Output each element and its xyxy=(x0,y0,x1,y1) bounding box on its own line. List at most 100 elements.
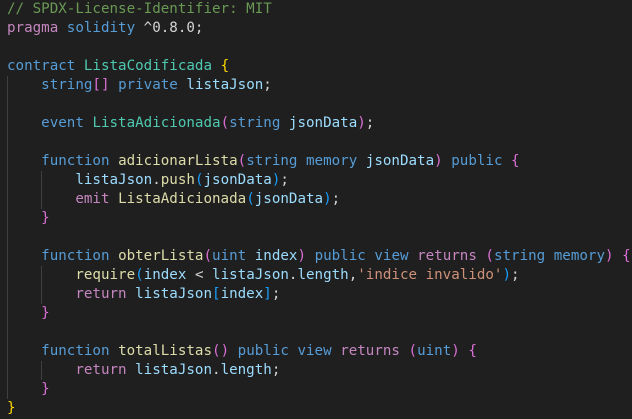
code-token-variable: length xyxy=(220,362,272,378)
code-token-function: obterLista xyxy=(118,248,204,264)
code-token-plain: ; xyxy=(331,191,341,207)
code-line[interactable] xyxy=(7,133,631,152)
code-token-variable: jsonData xyxy=(203,172,272,188)
code-token-keyword: public xyxy=(237,343,289,359)
code-token-keyword: memory xyxy=(306,153,358,169)
code-line[interactable]: function adicionarLista(string memory js… xyxy=(7,152,631,171)
code-token-type: ListaCodificada xyxy=(83,58,213,74)
code-line[interactable]: string[] private listaJson; xyxy=(7,76,631,95)
code-token-control: returns xyxy=(417,248,477,264)
code-token-bracket2: { xyxy=(468,343,477,359)
code-token-plain: ; xyxy=(511,267,520,283)
code-line[interactable]: } xyxy=(7,304,631,323)
code-line[interactable]: require(index < listaJson.length,'indice… xyxy=(7,266,631,285)
code-token-plain: ; xyxy=(365,115,375,131)
code-line[interactable]: } xyxy=(7,209,631,228)
code-token-keyword: function xyxy=(41,343,110,359)
code-line[interactable]: listaJson.push(jsonData); xyxy=(7,171,631,190)
code-token-bracket2: [] xyxy=(92,77,110,93)
code-token-bracket3: [ xyxy=(212,286,221,302)
code-token-bracket2: } xyxy=(41,210,50,226)
code-line[interactable]: // SPDX-License-Identifier: MIT xyxy=(7,0,631,19)
code-token-plain: . xyxy=(152,172,161,188)
indent-guide xyxy=(7,76,8,95)
code-token-plain: ; xyxy=(271,362,281,378)
code-token-control: returns xyxy=(340,343,400,359)
code-token-keyword: public xyxy=(314,248,366,264)
indent-guide xyxy=(7,380,8,399)
code-line[interactable] xyxy=(7,38,631,57)
code-token-bracket3: ) xyxy=(323,191,332,207)
code-token-variable: listaJson xyxy=(135,362,213,378)
code-line[interactable]: return listaJson[index]; xyxy=(7,285,631,304)
indent-guide xyxy=(7,133,8,152)
code-line[interactable]: function totalListas() public view retur… xyxy=(7,342,631,361)
indent-guide xyxy=(7,323,8,342)
indent-guide xyxy=(7,342,8,361)
indent-guide xyxy=(41,190,43,209)
code-token-bracket3: ] xyxy=(263,286,272,302)
code-token-keyword: memory xyxy=(553,248,606,264)
code-token-keyword: string xyxy=(41,77,93,93)
code-line[interactable]: event ListaAdicionada(string jsonData); xyxy=(7,114,631,133)
code-token-keyword: uint xyxy=(417,343,452,359)
code-editor[interactable]: // SPDX-License-Identifier: MIT pragma so… xyxy=(0,0,632,419)
code-line[interactable]: emit ListaAdicionada(jsonData); xyxy=(7,190,631,209)
code-line[interactable]: function obterLista(uint index) public v… xyxy=(7,247,631,266)
code-token-bracket2: ) xyxy=(297,248,307,264)
code-token-bracket2: ) xyxy=(357,115,366,131)
code-line[interactable] xyxy=(7,323,631,342)
indent-guide xyxy=(7,114,8,133)
code-token-keyword: solidity xyxy=(66,20,136,36)
code-token-keyword: string xyxy=(246,153,298,169)
code-line[interactable]: } xyxy=(7,399,631,418)
code-token-keyword: function xyxy=(41,248,110,264)
code-line[interactable]: } xyxy=(7,380,631,399)
code-token-control: pragma xyxy=(7,20,59,36)
code-token-bracket2: ) xyxy=(605,248,614,264)
code-token-bracket3: ) xyxy=(502,267,512,283)
code-token-plain: ^0.8.0; xyxy=(135,20,204,36)
code-token-bracket3: ( xyxy=(246,191,255,207)
code-line[interactable]: return listaJson.length; xyxy=(7,361,631,380)
code-token-bracket2: ) xyxy=(434,153,443,169)
code-token-bracket2: ( xyxy=(485,248,494,264)
code-token-keyword: string xyxy=(229,115,281,131)
code-token-plain: . xyxy=(212,362,221,378)
code-line[interactable]: contract ListaCodificada { xyxy=(7,57,631,76)
code-token-bracket2: ( xyxy=(408,343,418,359)
indent-guide xyxy=(41,266,43,285)
code-lines[interactable]: // SPDX-License-Identifier: MIT pragma so… xyxy=(7,0,631,418)
code-line[interactable] xyxy=(7,95,631,114)
code-token-bracket2: () xyxy=(212,343,230,359)
code-token-function: ListaAdicionada xyxy=(118,191,247,207)
code-line[interactable] xyxy=(7,228,631,247)
code-line[interactable]: pragma solidity ^0.8.0; xyxy=(7,19,631,38)
code-token-control: emit xyxy=(75,191,110,207)
code-token-keyword: private xyxy=(118,77,178,93)
code-token-function: require xyxy=(75,267,136,283)
code-token-variable: jsonData xyxy=(254,191,324,207)
code-token-variable: listaJson xyxy=(135,286,213,302)
code-token-plain: , xyxy=(348,267,358,283)
code-token-keyword: string xyxy=(493,248,546,264)
